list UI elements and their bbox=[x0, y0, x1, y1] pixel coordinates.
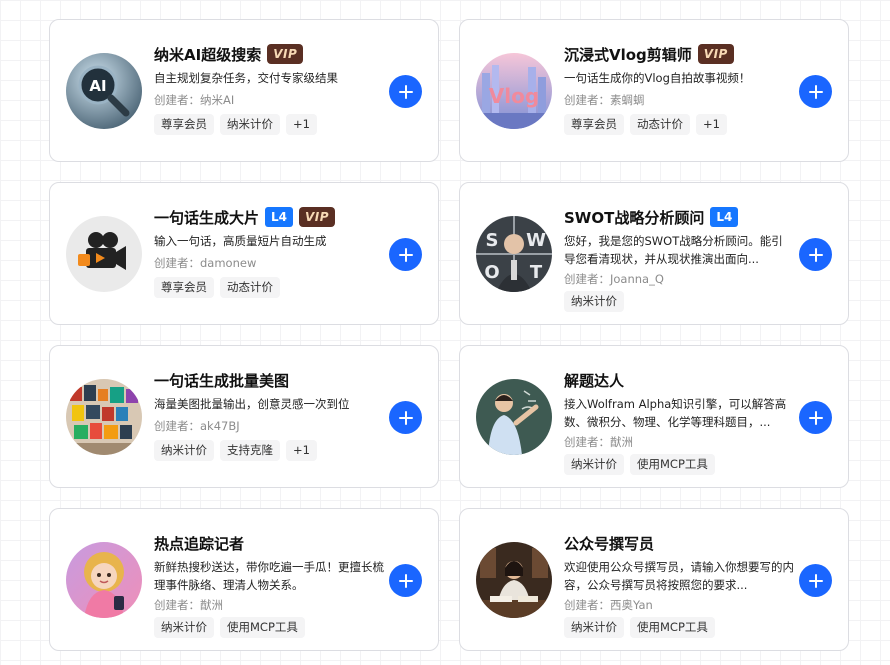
movie-camera-icon bbox=[66, 216, 142, 292]
tag: 动态计价 bbox=[630, 114, 690, 135]
agent-creator: 创建者：ak47BJ bbox=[154, 419, 240, 433]
agent-title: 沉浸式Vlog剪辑师 bbox=[564, 45, 692, 64]
agent-card[interactable]: S W O T SWOT战略分析顾问 L4 您好，我是您的SWOT战略分析顾问。… bbox=[459, 182, 849, 325]
agent-title: 热点追踪记者 bbox=[154, 534, 245, 553]
vlog-city-icon: Vlog bbox=[476, 53, 552, 129]
agent-description: 输入一句话，高质量短片自动生成 bbox=[154, 234, 327, 248]
tag: 纳米计价 bbox=[564, 454, 624, 475]
agent-card[interactable]: 一句话生成批量美图 海量美图批量输出，创意灵感一次到位 创建者：ak47BJ 纳… bbox=[49, 345, 439, 488]
add-button[interactable] bbox=[389, 238, 422, 271]
svg-text:W: W bbox=[526, 230, 546, 251]
agent-description: 欢迎使用公众号撰写员，请输入你想要写的内容，公众号撰写员将按照您的要求... bbox=[564, 560, 794, 592]
agent-title: 公众号撰写员 bbox=[564, 534, 655, 553]
svg-text:Vlog: Vlog bbox=[489, 84, 539, 108]
plus-icon bbox=[808, 573, 823, 588]
teacher-blackboard-icon bbox=[476, 379, 552, 455]
svg-text:O: O bbox=[484, 262, 499, 283]
tag-more[interactable]: +1 bbox=[286, 114, 317, 135]
agent-creator: 创建者：素蜩蜩 bbox=[564, 93, 645, 107]
add-button[interactable] bbox=[799, 238, 832, 271]
plus-icon bbox=[398, 573, 413, 588]
agent-description: 一句话生成你的Vlog自拍故事视频！ bbox=[564, 71, 751, 85]
add-button[interactable] bbox=[799, 564, 832, 597]
agent-description: 自主规划复杂任务，交付专家级结果 bbox=[154, 71, 338, 85]
agent-card-grid: AI 纳米AI超级搜索 VIP 自主规划复杂任务，交付专家级结果 创建者：纳米A… bbox=[0, 0, 890, 665]
vip-badge: VIP bbox=[299, 207, 336, 227]
svg-text:AI: AI bbox=[89, 77, 106, 95]
agent-creator: 创建者：纳米AI bbox=[154, 93, 235, 107]
add-button[interactable] bbox=[389, 401, 422, 434]
tag: 纳米计价 bbox=[220, 114, 280, 135]
reporter-girl-icon bbox=[66, 542, 142, 618]
add-button[interactable] bbox=[389, 75, 422, 108]
add-button[interactable] bbox=[799, 401, 832, 434]
writer-desk-icon bbox=[476, 542, 552, 618]
tag: 纳米计价 bbox=[564, 291, 624, 312]
plus-icon bbox=[808, 247, 823, 262]
tag: 纳米计价 bbox=[154, 440, 214, 461]
plus-icon bbox=[808, 84, 823, 99]
svg-text:S: S bbox=[486, 230, 499, 251]
agent-card[interactable]: 解题达人 接入Wolfram Alpha知识引擎，可以解答高数、微积分、物理、化… bbox=[459, 345, 849, 488]
agent-card[interactable]: Vlog 沉浸式Vlog剪辑师 VIP 一句话生成你的Vlog自拍故事视频！ 创… bbox=[459, 19, 849, 162]
agent-description: 新鲜热搜秒送达，带你吃遍一手瓜！更擅长梳理事件脉络、理清人物关系。 bbox=[154, 560, 384, 592]
vip-badge: VIP bbox=[697, 44, 734, 64]
tag: 纳米计价 bbox=[154, 617, 214, 638]
plus-icon bbox=[398, 410, 413, 425]
agent-creator: 创建者：damonew bbox=[154, 256, 257, 270]
tag: 使用MCP工具 bbox=[630, 454, 715, 475]
agent-description: 海量美图批量输出，创意灵感一次到位 bbox=[154, 397, 350, 411]
ai-magnifier-icon: AI bbox=[66, 53, 142, 129]
agent-title: 一句话生成批量美图 bbox=[154, 371, 290, 390]
plus-icon bbox=[398, 84, 413, 99]
agent-description: 您好，我是您的SWOT战略分析顾问。能引导您看清现状，并从现状推演出面向... bbox=[564, 234, 783, 266]
agent-title: SWOT战略分析顾问 bbox=[564, 208, 705, 227]
tag: 尊享会员 bbox=[154, 114, 214, 135]
agent-card[interactable]: 一句话生成大片 L4 VIP 输入一句话，高质量短片自动生成 创建者：damon… bbox=[49, 182, 439, 325]
agent-card[interactable]: 热点追踪记者 新鲜热搜秒送达，带你吃遍一手瓜！更擅长梳理事件脉络、理清人物关系。… bbox=[49, 508, 439, 651]
level-badge: L4 bbox=[265, 207, 294, 227]
level-badge: L4 bbox=[710, 207, 739, 227]
tag: 尊享会员 bbox=[154, 277, 214, 298]
tag: 动态计价 bbox=[220, 277, 280, 298]
svg-text:T: T bbox=[530, 262, 543, 283]
agent-creator: 创建者：Joanna_Q bbox=[564, 272, 664, 286]
add-button[interactable] bbox=[799, 75, 832, 108]
add-button[interactable] bbox=[389, 564, 422, 597]
agent-title: 纳米AI超级搜索 bbox=[154, 45, 262, 64]
tag-more[interactable]: +1 bbox=[286, 440, 317, 461]
tag: 纳米计价 bbox=[564, 617, 624, 638]
tag: 使用MCP工具 bbox=[630, 617, 715, 638]
plus-icon bbox=[398, 247, 413, 262]
agent-card[interactable]: AI 纳米AI超级搜索 VIP 自主规划复杂任务，交付专家级结果 创建者：纳米A… bbox=[49, 19, 439, 162]
swot-advisor-icon: S W O T bbox=[476, 216, 552, 292]
agent-creator: 创建者：猷洲 bbox=[154, 598, 223, 612]
agent-creator: 创建者：西奥Yan bbox=[564, 598, 653, 612]
tag: 支持克隆 bbox=[220, 440, 280, 461]
agent-title: 一句话生成大片 bbox=[154, 208, 260, 227]
vip-badge: VIP bbox=[267, 44, 304, 64]
plus-icon bbox=[808, 410, 823, 425]
tag: 尊享会员 bbox=[564, 114, 624, 135]
agent-description: 接入Wolfram Alpha知识引擎，可以解答高数、微积分、物理、化学等理科题… bbox=[564, 397, 787, 429]
tag: 使用MCP工具 bbox=[220, 617, 305, 638]
agent-card[interactable]: 公众号撰写员 欢迎使用公众号撰写员，请输入你想要写的内容，公众号撰写员将按照您的… bbox=[459, 508, 849, 651]
agent-creator: 创建者：猷洲 bbox=[564, 435, 633, 449]
agent-title: 解题达人 bbox=[564, 371, 625, 390]
tag-more[interactable]: +1 bbox=[696, 114, 727, 135]
photo-wall-icon bbox=[66, 379, 142, 455]
